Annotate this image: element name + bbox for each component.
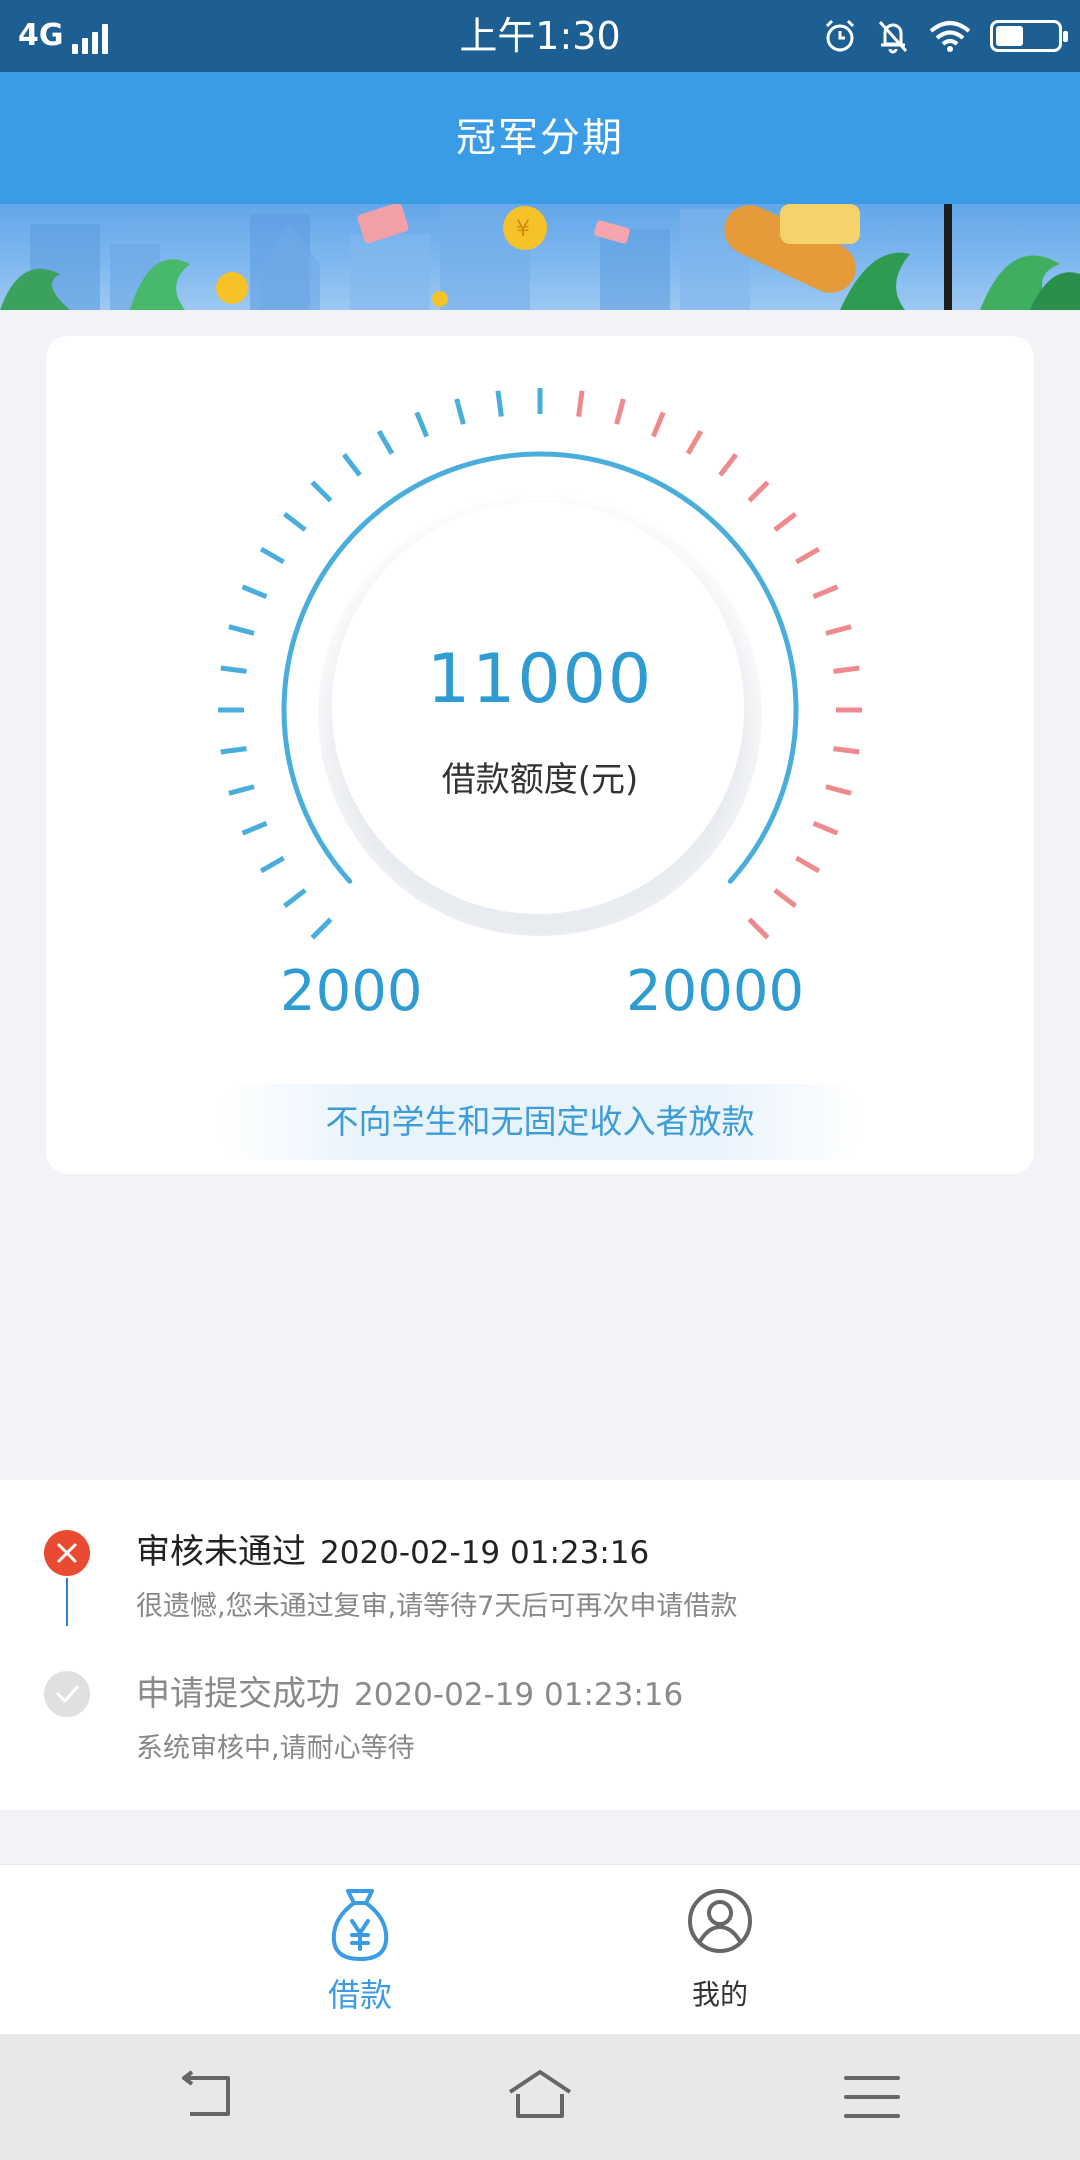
gauge-tick <box>310 480 333 503</box>
timeline-item-title: 审核未通过 2020-02-19 01:23:16 <box>136 1530 649 1575</box>
tab-mine[interactable]: 我的 <box>620 1865 820 2035</box>
timeline-time: 2020-02-19 01:23:16 <box>354 1677 684 1713</box>
gauge-tick <box>614 398 626 425</box>
loan-limit-value: 11000 <box>426 640 654 719</box>
system-nav-bar <box>0 2034 1080 2160</box>
user-icon <box>688 1889 752 1953</box>
money-bag-icon <box>331 1889 389 1961</box>
timeline-status: 申请提交成功 <box>136 1674 340 1714</box>
gauge-tick <box>718 453 739 477</box>
gauge-tick <box>773 511 797 532</box>
gauge-tick <box>220 746 247 755</box>
gauge-tick <box>283 511 307 532</box>
limit-gauge <box>218 388 862 940</box>
timeline-item-desc: 系统审核中,请耐心等待 <box>136 1733 415 1764</box>
gauge-tick <box>812 820 839 836</box>
gauge-tick <box>576 390 585 417</box>
close-icon <box>44 1530 90 1576</box>
timeline-status: 审核未通过 <box>136 1532 306 1572</box>
menu-icon[interactable] <box>832 2064 912 2130</box>
home-icon[interactable] <box>500 2064 580 2130</box>
back-icon[interactable] <box>168 2064 248 2130</box>
gauge-tick <box>747 480 770 503</box>
timeline-item-desc: 很遗憾,您未通过复审,请等待7天后可再次申请借款 <box>136 1591 738 1622</box>
tab-mine-label: 我的 <box>691 1978 748 2011</box>
gauge-tick <box>283 888 307 909</box>
timeline-item-title: 申请提交成功 2020-02-19 01:23:16 <box>136 1672 683 1717</box>
gauge-tick <box>812 584 839 600</box>
gauge-tick <box>228 624 255 636</box>
gauge-tick <box>795 546 821 565</box>
gauge-tick <box>310 917 333 940</box>
gauge-tick <box>241 820 268 836</box>
gauge-tick <box>495 390 504 417</box>
timeline-time: 2020-02-19 01:23:16 <box>320 1535 650 1571</box>
gauge-tick <box>795 855 821 874</box>
timeline-connector <box>66 1578 68 1626</box>
gauge-tick <box>825 624 852 636</box>
gauge-tick <box>259 855 285 874</box>
gauge-tick <box>454 398 466 425</box>
gauge-tick <box>747 917 770 940</box>
gauge-min-label: 2000 <box>280 959 423 1024</box>
gauge-tick <box>376 429 395 455</box>
tab-loan[interactable]: 借款 <box>260 1865 460 2035</box>
gauge-tick <box>685 429 704 455</box>
gauge-tick <box>833 746 860 755</box>
gauge-tick <box>259 546 285 565</box>
gauge-max-label: 20000 <box>626 959 805 1024</box>
tab-loan-label: 借款 <box>327 1976 392 2014</box>
gauge-tick <box>650 411 666 438</box>
gauge-tick <box>241 584 268 600</box>
bottom-tab-bar: 借款 我的 <box>0 1864 1080 2034</box>
check-icon <box>44 1671 90 1717</box>
gauge-tick <box>341 453 362 477</box>
loan-limit-label: 借款额度(元) <box>441 760 639 800</box>
gauge-tick <box>414 411 430 438</box>
loan-notice: 不向学生和无固定收入者放款 <box>216 1084 864 1160</box>
gauge-tick <box>773 888 797 909</box>
